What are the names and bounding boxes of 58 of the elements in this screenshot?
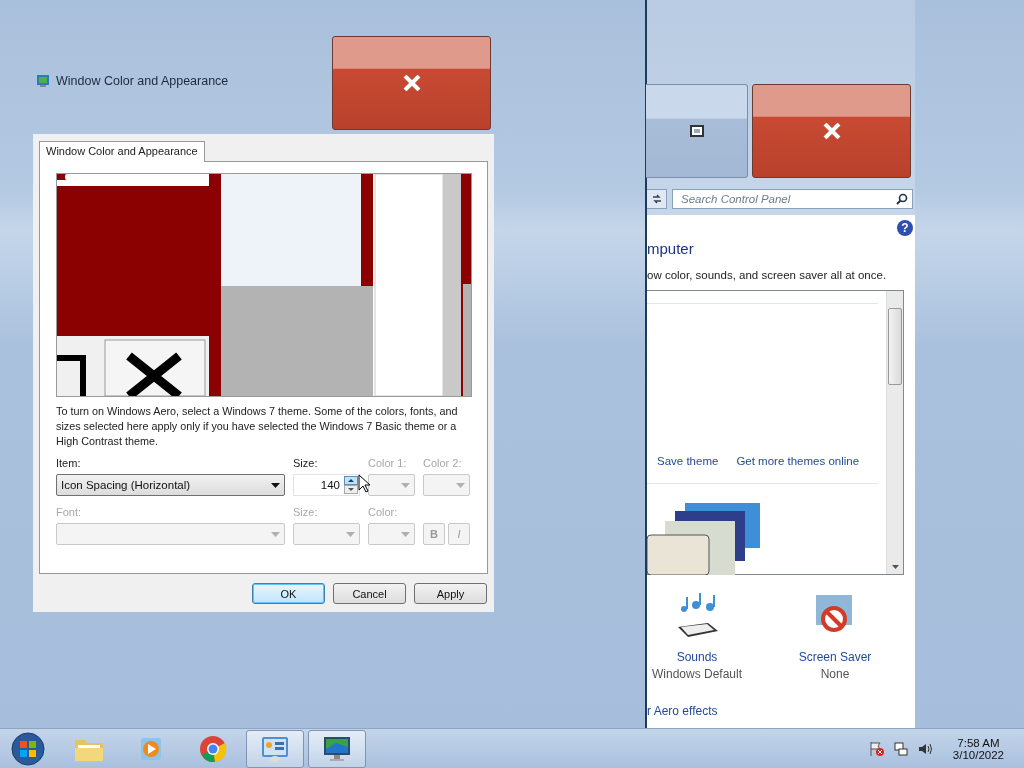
- caret-icon: [271, 531, 280, 537]
- field-label: Color 1:: [368, 457, 408, 471]
- dialog-button[interactable]: OK: [252, 583, 325, 604]
- page-description: ow color, sounds, and screen saver all at once.: [647, 269, 887, 281]
- maximize-icon: [689, 125, 704, 137]
- control-panel-icon: [260, 734, 290, 763]
- caret-icon: [401, 531, 410, 537]
- field-label: Size:: [293, 457, 319, 471]
- aero-link[interactable]: r Aero effects: [647, 704, 718, 718]
- window-title: Window Color and Appearance: [56, 74, 229, 88]
- start-button-icon[interactable]: [11, 731, 45, 766]
- size-spinner[interactable]: 140: [293, 474, 360, 496]
- aero-note: To turn on Windows Aero, select a Windows 7 theme. Some of the colors, fonts, and sizes selected here apply only if you have selected the Windows 7 Basic theme or a High Contrast theme.: [56, 404, 459, 449]
- page-heading: mputer: [647, 240, 694, 257]
- dialog-button[interactable]: Apply: [414, 583, 487, 604]
- caret-icon: [346, 531, 355, 537]
- field-label: Size:: [293, 506, 319, 520]
- settings-value: None: [820, 667, 850, 681]
- dialog-button[interactable]: Cancel: [333, 583, 406, 604]
- taskbar-app-button[interactable]: [308, 729, 366, 768]
- field-label: Color:: [368, 506, 399, 520]
- refresh-icon: [651, 194, 662, 204]
- help-button[interactable]: ?: [897, 220, 913, 236]
- taskbar-app-button[interactable]: [246, 729, 304, 768]
- search-field[interactable]: Search Control Panel: [672, 189, 913, 209]
- clock-date: 3/10/2022: [952, 748, 1004, 761]
- settings-link[interactable]: Sounds: [676, 650, 718, 664]
- clock-time: 7:58 AM: [957, 736, 1000, 749]
- window-app-icon: [36, 74, 50, 88]
- tab[interactable]: Window Color and Appearance: [39, 141, 205, 162]
- dropdown[interactable]: Icon Spacing (Horizontal): [56, 474, 285, 496]
- close-button[interactable]: [752, 84, 911, 178]
- maximize-button[interactable]: [646, 84, 748, 178]
- field-label: Color 2:: [423, 457, 463, 471]
- field-label: Font:: [56, 506, 83, 520]
- scroll-thumb[interactable]: [888, 308, 902, 385]
- scrollbar[interactable]: [886, 291, 903, 574]
- mouse-cursor-icon: [358, 474, 370, 493]
- close-icon: [402, 75, 421, 91]
- browser-icon: [199, 734, 227, 763]
- search-icon: [896, 193, 908, 205]
- monitor-icon: [322, 734, 352, 763]
- close-button[interactable]: [332, 36, 491, 130]
- settings-value: Windows Default: [651, 667, 742, 681]
- theme-link[interactable]: Get more themes online: [736, 455, 860, 467]
- media-player-icon: [138, 735, 164, 762]
- close-icon: [822, 123, 841, 139]
- spin-arrows-icon: [344, 476, 358, 494]
- settings-link[interactable]: Screen Saver: [798, 650, 872, 664]
- scroll-down-icon: [891, 565, 899, 569]
- flag-error-icon[interactable]: [868, 740, 885, 757]
- theme-link[interactable]: Save theme: [657, 455, 719, 467]
- field-label: Item:: [56, 457, 82, 471]
- caret-icon: [456, 482, 465, 488]
- network-icon[interactable]: [892, 740, 909, 757]
- refresh-button[interactable]: [647, 189, 667, 209]
- caret-icon: [271, 482, 280, 488]
- caret-icon: [401, 482, 410, 488]
